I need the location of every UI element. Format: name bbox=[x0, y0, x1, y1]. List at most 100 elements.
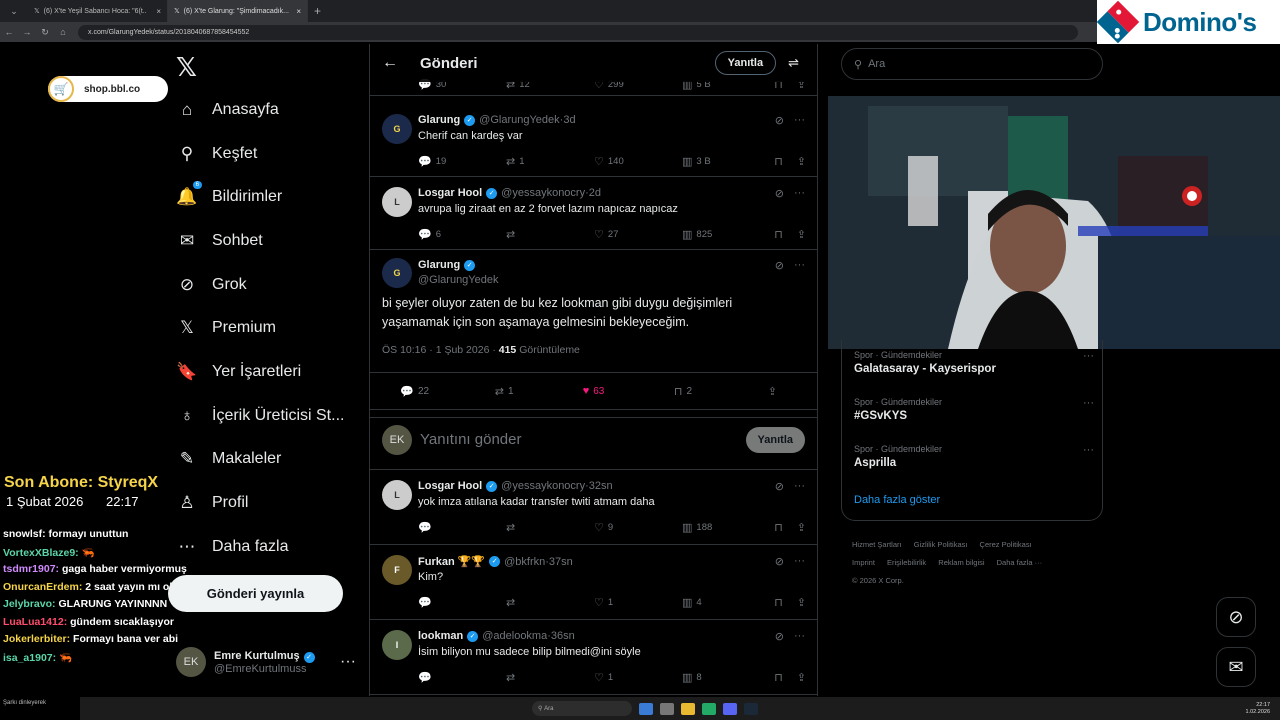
post-button[interactable]: Gönderi yayınla bbox=[168, 575, 343, 612]
share-icon[interactable]: ⇪ bbox=[797, 155, 806, 168]
author-handle[interactable]: @GlarungYedek bbox=[418, 274, 498, 286]
new-tab-icon[interactable]: + bbox=[314, 4, 321, 18]
steam-icon[interactable] bbox=[744, 702, 758, 715]
footer-link[interactable]: Imprint bbox=[852, 558, 875, 567]
bookmark-icon[interactable]: ⊓ bbox=[774, 521, 783, 534]
author-name[interactable]: Glarung bbox=[418, 114, 460, 126]
retweet-action[interactable]: ⇄ bbox=[506, 521, 594, 534]
chrome-icon[interactable] bbox=[702, 702, 716, 715]
footer-link[interactable]: Reklam bilgisi bbox=[938, 558, 984, 567]
retweet-action[interactable]: ⇄ bbox=[506, 671, 594, 684]
more-icon[interactable]: ··· bbox=[794, 555, 805, 568]
url-input[interactable]: x.com/GlarungYedek/status/20180406878584… bbox=[78, 24, 1078, 40]
tweet-time[interactable]: 37sn bbox=[549, 556, 573, 568]
author-handle[interactable]: @yessaykonocry bbox=[501, 480, 585, 492]
more-icon[interactable]: ··· bbox=[794, 187, 805, 200]
author-name[interactable]: Glarung bbox=[418, 259, 460, 271]
messages-fab-icon[interactable]: ✉ bbox=[1216, 647, 1256, 687]
author-name[interactable]: Losgar Hool bbox=[418, 187, 482, 199]
like-action[interactable]: ♡ 1 bbox=[594, 671, 682, 684]
avatar[interactable]: L bbox=[382, 480, 412, 510]
grok-icon[interactable]: ⊘ bbox=[775, 630, 784, 643]
widget-icon[interactable] bbox=[639, 702, 653, 715]
author-handle[interactable]: @yessaykonocry bbox=[501, 187, 585, 199]
nav-item-grok[interactable]: ⊘ Grok bbox=[170, 263, 360, 307]
grok-icon[interactable]: ⊘ bbox=[775, 555, 784, 568]
reply-input[interactable]: Yanıtını gönder bbox=[420, 431, 521, 448]
share-icon[interactable]: ⇪ bbox=[797, 671, 806, 684]
more-icon[interactable]: ··· bbox=[1083, 350, 1094, 362]
like-action[interactable]: ♡ 27 bbox=[594, 228, 682, 241]
views-action[interactable]: ▥ 188 bbox=[682, 521, 762, 534]
trend-item[interactable]: Spor · Gündemdekiler #GSvKYS ··· bbox=[854, 397, 1094, 422]
bookmark-icon[interactable]: ⊓ bbox=[774, 228, 783, 241]
grok-icon[interactable]: ⊘ bbox=[775, 480, 784, 493]
back-arrow-icon[interactable]: ← bbox=[0, 27, 18, 37]
nav-item-bildirimler[interactable]: 🔔 6 Bildirimler bbox=[170, 175, 360, 219]
folder-icon[interactable] bbox=[681, 702, 695, 715]
grok-icon[interactable]: ⊘ bbox=[775, 259, 784, 272]
close-icon[interactable]: × bbox=[296, 7, 301, 16]
browser-tab-1[interactable]: 𝕏 (6) X'te Yeşil Sabancı Hoca: "6(t.. × bbox=[28, 0, 168, 22]
author-name[interactable]: Furkan 🏆🏆 bbox=[418, 555, 485, 568]
bookmark-action[interactable]: ⊓ 2 bbox=[638, 385, 727, 398]
avatar[interactable]: G bbox=[382, 114, 412, 144]
tweet-time[interactable]: 3d bbox=[563, 114, 575, 126]
share-action[interactable]: ⇪ bbox=[728, 385, 817, 398]
x-logo-icon[interactable]: 𝕏 bbox=[176, 52, 197, 83]
search-input[interactable]: ⚲ Ara bbox=[841, 48, 1103, 80]
author-name[interactable]: Losgar Hool bbox=[418, 480, 482, 492]
tweet-timestamp[interactable]: ÖS 10:16 · 1 Şub 2026 · bbox=[382, 344, 496, 356]
reply-tweet[interactable]: L Losgar Hool ✓ @yessaykonocry · 2d ⊘ ··· avru… bbox=[370, 177, 817, 250]
reload-icon[interactable]: ↻ bbox=[36, 27, 54, 38]
nav-item-premium[interactable]: 𝕏 Premium bbox=[170, 306, 360, 350]
reply-tweet[interactable]: l lookman ✓ @adelookma · 36sn ⊘ ··· İsim biliy… bbox=[370, 620, 817, 695]
more-icon[interactable]: ··· bbox=[794, 114, 805, 127]
bookmark-icon[interactable]: ⊓ bbox=[774, 671, 783, 684]
author-handle[interactable]: @bkfrkn bbox=[504, 556, 545, 568]
more-icon[interactable]: ··· bbox=[794, 480, 805, 493]
nav-item-profil[interactable]: ♙ Profil bbox=[170, 481, 360, 525]
back-arrow-icon[interactable]: ← bbox=[382, 54, 398, 72]
tweet-time[interactable]: 32sn bbox=[589, 480, 613, 492]
reply-pill-button[interactable]: Yanıtla bbox=[714, 51, 777, 75]
footer-link[interactable]: Erişilebilirlik bbox=[887, 558, 926, 567]
browser-tab-2[interactable]: 𝕏 (6) X'te Glarung: "Şimdimacadık... × bbox=[168, 0, 308, 22]
grok-fab-icon[interactable]: ⊘ bbox=[1216, 597, 1256, 637]
tab-list-icon[interactable]: ⌄ bbox=[0, 6, 28, 17]
retweet-action[interactable]: ⇄ bbox=[506, 596, 594, 609]
author-handle[interactable]: @adelookma bbox=[482, 630, 547, 642]
reply-tweet[interactable]: F Furkan 🏆🏆 ✓ @bkfrkn · 37sn ⊘ ··· Kim? 💬 ⇄ ♡ 1 ▥ 4 ⊓… bbox=[370, 545, 817, 620]
author-handle[interactable]: @GlarungYedek bbox=[479, 114, 559, 126]
taskbar-search[interactable]: ⚲ Ara bbox=[532, 701, 632, 716]
nav-item-makaleler[interactable]: ✎ Makaleler bbox=[170, 438, 360, 482]
share-icon[interactable]: ⇪ bbox=[797, 596, 806, 609]
account-switcher[interactable]: EK Emre Kurtulmuş ✓ @EmreKurtulmuss ··· bbox=[176, 640, 356, 684]
more-icon[interactable]: ··· bbox=[340, 653, 356, 671]
nav-item-sohbet[interactable]: ✉ Sohbet bbox=[170, 219, 360, 263]
reply-action[interactable]: 💬 bbox=[418, 521, 506, 534]
reply-tweet[interactable]: L Losgar Hool ✓ @yessaykonocry · 32sn ⊘ ··· yo… bbox=[370, 470, 817, 545]
nav-item-keşfet[interactable]: ⚲ Keşfet bbox=[170, 132, 360, 176]
grok-icon[interactable]: ⊘ bbox=[775, 114, 784, 127]
like-action[interactable]: ♡ 140 bbox=[594, 155, 682, 168]
retweet-action[interactable]: ⇄ 1 bbox=[506, 155, 594, 168]
discord-icon[interactable] bbox=[723, 702, 737, 715]
reply-action[interactable]: 💬 22 bbox=[370, 385, 459, 398]
footer-link[interactable]: Daha fazla ··· bbox=[997, 558, 1042, 567]
close-icon[interactable]: × bbox=[156, 7, 161, 16]
more-icon[interactable]: ··· bbox=[1083, 444, 1094, 456]
share-icon[interactable]: ⇪ bbox=[797, 228, 806, 241]
bookmark-icon[interactable]: ⊓ bbox=[774, 155, 783, 168]
avatar[interactable]: F bbox=[382, 555, 412, 585]
like-action[interactable]: ♡ 9 bbox=[594, 521, 682, 534]
avatar[interactable]: G bbox=[382, 258, 412, 288]
reply-action[interactable]: 💬 bbox=[418, 596, 506, 609]
bookmark-icon[interactable]: ⊓ bbox=[774, 596, 783, 609]
views-action[interactable]: ▥ 4 bbox=[682, 596, 762, 609]
grok-icon[interactable]: ⊘ bbox=[775, 187, 784, 200]
like-action[interactable]: ♡ 1 bbox=[594, 596, 682, 609]
reply-submit-button[interactable]: Yanıtla bbox=[745, 426, 805, 453]
views-action[interactable]: ▥ 825 bbox=[682, 228, 762, 241]
file-explorer-icon[interactable] bbox=[660, 702, 674, 715]
